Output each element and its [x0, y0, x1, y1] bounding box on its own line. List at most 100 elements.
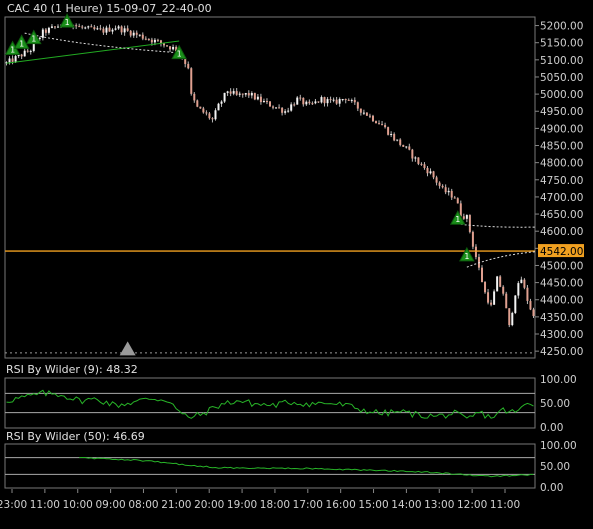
candle-body — [99, 28, 102, 30]
candle-body — [465, 215, 468, 219]
candle-body — [281, 107, 284, 113]
x-tick-label: 12:00 — [457, 499, 487, 511]
price-y-tick-label: 5150.00 — [540, 38, 583, 50]
price-y-tick-label: 4800.00 — [540, 158, 583, 170]
x-tick-label: 08:00 — [128, 499, 158, 511]
candle-body — [153, 39, 156, 43]
x-tick-label: 18:00 — [260, 499, 290, 511]
candle-body — [353, 100, 356, 103]
candle-body — [290, 104, 293, 111]
candle-body — [323, 97, 326, 104]
rsi-y-tick-label: 100.00 — [540, 440, 577, 452]
candle-body — [23, 50, 26, 57]
candle-body — [150, 39, 153, 43]
candle-body — [411, 149, 414, 159]
candle-body — [220, 101, 223, 104]
candle-body — [96, 28, 99, 30]
candle-body — [502, 286, 505, 294]
rsi50-panel-frame — [4, 443, 536, 489]
price-y-tick-label: 4250.00 — [540, 346, 583, 358]
candle-body — [235, 91, 238, 95]
signal-label: 1 — [19, 39, 24, 48]
candle-body — [308, 101, 311, 104]
candle-body — [144, 38, 147, 40]
candle-body — [362, 112, 365, 114]
candle-body — [423, 164, 426, 168]
price-y-tick-label: 4450.00 — [540, 278, 583, 290]
price-y-axis: 5200.00 5150.00 5100.00 5050.00 5000.00 4950.… — [535, 21, 583, 358]
candle-body — [81, 26, 84, 28]
signal-label: 1 — [464, 252, 469, 261]
candle-body — [305, 101, 308, 105]
candle-body — [420, 163, 423, 165]
candle-body — [193, 93, 196, 101]
candle-body — [32, 42, 35, 51]
candle-body — [111, 29, 114, 32]
x-tick-label: 20:00 — [194, 499, 224, 511]
rsi-y-tick-label: 0.00 — [540, 482, 563, 494]
candle-body — [44, 29, 47, 33]
candle-body — [156, 39, 159, 41]
candle-body — [232, 91, 235, 94]
x-tick-label: 15:00 — [358, 499, 388, 511]
candle-body — [256, 96, 259, 100]
candle-body — [75, 25, 78, 27]
candle-body — [105, 27, 108, 33]
candle-body — [378, 123, 381, 125]
candle-body — [511, 312, 514, 326]
x-tick-label: 19:00 — [227, 499, 257, 511]
candle-body — [396, 139, 399, 141]
price-y-tick-label: 4400.00 — [540, 295, 583, 307]
x-tick-label: 14:00 — [391, 499, 421, 511]
candle-body — [481, 267, 483, 283]
candle-body — [320, 97, 323, 103]
candle-body — [147, 39, 150, 41]
candle-body — [329, 99, 332, 101]
candle-body — [26, 50, 29, 52]
candle-body — [84, 27, 87, 29]
candle-body — [253, 93, 256, 100]
candle-body — [356, 102, 359, 109]
candle-body — [399, 139, 402, 145]
candle-body — [371, 115, 374, 122]
candle-body — [350, 100, 353, 102]
candle-body — [132, 32, 135, 36]
candle-body — [247, 93, 250, 96]
candle-body — [447, 190, 450, 193]
x-tick-label: 11:00 — [490, 499, 520, 511]
candle-body — [493, 291, 496, 305]
candle-body — [138, 34, 141, 36]
candle-body — [499, 276, 502, 287]
candle-body — [284, 111, 287, 113]
candle-body — [402, 144, 405, 147]
candle-body — [11, 58, 14, 62]
candle-body — [163, 43, 165, 46]
candle-body — [532, 309, 535, 317]
candle-body — [332, 99, 335, 101]
candle-body — [120, 26, 123, 33]
candle-body — [199, 106, 202, 109]
candle-body — [296, 97, 299, 105]
price-y-tick-label: 4500.00 — [540, 260, 583, 272]
candle-body — [8, 58, 11, 63]
rsi9-y-axis: 100.00 50.00 0.00 — [540, 374, 577, 434]
signal-label: 1 — [177, 50, 182, 59]
price-y-tick-label: 4300.00 — [540, 329, 583, 341]
rsi50-y-axis: 100.00 50.00 0.00 — [540, 440, 577, 494]
candle-body — [381, 124, 384, 126]
candle-body — [529, 300, 532, 310]
candle-body — [129, 30, 132, 36]
candle-body — [241, 93, 244, 95]
rsi-y-tick-label: 50.00 — [540, 461, 570, 473]
price-y-tick-label: 4750.00 — [540, 175, 583, 187]
candle-body — [408, 146, 411, 150]
candle-body — [450, 190, 453, 198]
candle-body — [317, 101, 320, 103]
candle-body — [508, 308, 511, 326]
last-price-label: 4542.00 — [540, 246, 583, 258]
candle-body — [347, 99, 350, 101]
candle-body — [205, 112, 208, 114]
x-tick-label: 09:00 — [95, 499, 125, 511]
candle-body — [229, 91, 232, 94]
rsi9-title: RSI By Wilder (9): 48.32 — [6, 363, 138, 376]
